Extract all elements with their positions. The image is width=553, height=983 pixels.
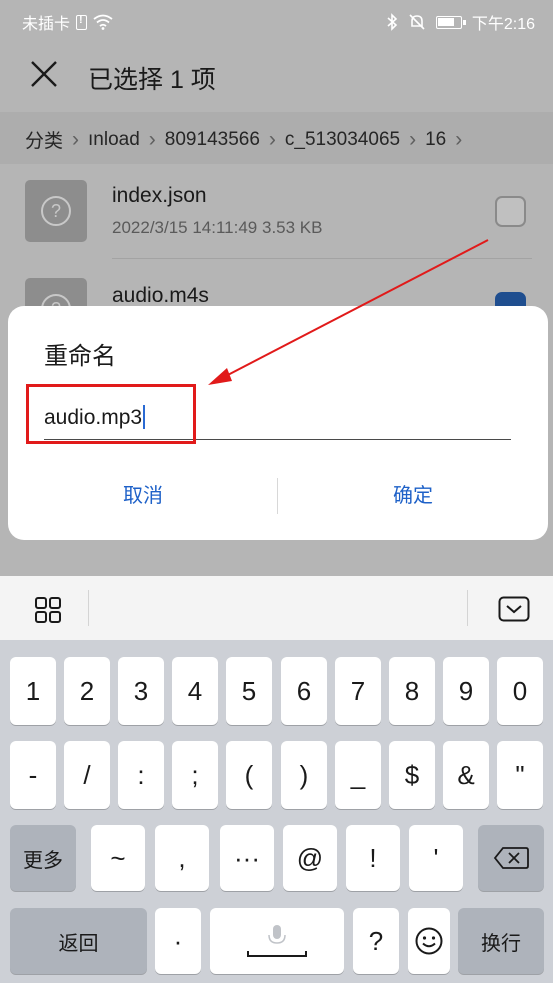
emoji-key[interactable] — [408, 908, 450, 974]
microphone-space-icon — [247, 925, 307, 957]
key-open-paren[interactable]: ( — [226, 741, 272, 809]
breadcrumb: 分类 › ınload › 809143566 › c_513034065 › … — [0, 112, 553, 164]
key-hyphen[interactable]: - — [10, 741, 56, 809]
list-item[interactable]: ? index.json 2022/3/15 14:11:49 3.53 KB — [0, 164, 553, 259]
breadcrumb-item[interactable]: c_513034065 — [285, 129, 400, 151]
back-key[interactable]: 返回 — [10, 908, 147, 974]
backspace-key[interactable] — [478, 825, 544, 891]
enter-key[interactable]: 换行 — [458, 908, 544, 974]
chevron-right-icon: › — [148, 127, 156, 151]
key-4[interactable]: 4 — [172, 657, 218, 725]
file-checkbox[interactable] — [495, 196, 526, 227]
chevron-right-icon: › — [455, 127, 463, 151]
selection-title-bar: 已选择 1 项 — [0, 40, 553, 112]
close-icon[interactable] — [28, 58, 60, 90]
key-0[interactable]: 0 — [497, 657, 543, 725]
bluetooth-icon — [387, 13, 398, 31]
chevron-right-icon: › — [409, 127, 417, 151]
mute-bell-icon — [409, 14, 425, 30]
unknown-file-icon: ? — [41, 196, 71, 226]
file-name: index.json — [112, 184, 207, 207]
clock: 下午2:16 — [471, 16, 535, 33]
key-underscore[interactable]: _ — [335, 741, 381, 809]
file-thumbnail: ? — [25, 180, 87, 242]
key-ellipsis[interactable]: ··· — [220, 825, 274, 891]
sim-warning-icon — [76, 14, 88, 30]
carrier-label: 未插卡 — [22, 16, 71, 33]
key-semicolon[interactable]: ; — [172, 741, 218, 809]
page-title: 已选择 1 项 — [88, 66, 216, 94]
grid-menu-icon[interactable] — [34, 596, 62, 624]
space-key[interactable] — [210, 908, 344, 974]
key-7[interactable]: 7 — [335, 657, 381, 725]
key-2[interactable]: 2 — [64, 657, 110, 725]
battery-icon — [435, 15, 466, 29]
keyboard-collapse-icon[interactable] — [498, 596, 530, 622]
wifi-icon — [93, 14, 113, 30]
key-9[interactable]: 9 — [443, 657, 489, 725]
cancel-button[interactable]: 取消 — [8, 476, 278, 516]
chevron-right-icon: › — [268, 127, 276, 151]
key-tilde[interactable]: ~ — [91, 825, 145, 891]
key-close-paren[interactable]: ) — [281, 741, 327, 809]
numeric-symbol-keyboard: 1 2 3 4 5 6 7 8 9 0 - / : ; ( ) _ $ & " … — [0, 640, 553, 983]
key-3[interactable]: 3 — [118, 657, 164, 725]
breadcrumb-item[interactable]: 16 — [425, 129, 446, 151]
key-question[interactable]: ? — [353, 908, 399, 974]
breadcrumb-item[interactable]: 分类 — [25, 126, 63, 153]
chevron-right-icon: › — [72, 127, 80, 151]
key-double-quote[interactable]: " — [497, 741, 543, 809]
key-at[interactable]: @ — [283, 825, 337, 891]
key-1[interactable]: 1 — [10, 657, 56, 725]
key-slash[interactable]: / — [64, 741, 110, 809]
key-dollar[interactable]: $ — [389, 741, 435, 809]
divider — [88, 590, 89, 626]
key-exclamation[interactable]: ! — [346, 825, 400, 891]
annotation-highlight-box — [26, 384, 196, 444]
key-middle-dot[interactable]: · — [155, 908, 201, 974]
key-5[interactable]: 5 — [226, 657, 272, 725]
file-meta: 2022/3/15 14:11:49 3.53 KB — [112, 218, 323, 237]
keyboard-toolbar — [0, 576, 553, 640]
file-name: audio.m4s — [112, 284, 209, 307]
key-colon[interactable]: : — [118, 741, 164, 809]
dialog-title: 重命名 — [44, 343, 116, 370]
breadcrumb-item[interactable]: 809143566 — [165, 129, 260, 151]
key-8[interactable]: 8 — [389, 657, 435, 725]
divider — [467, 590, 468, 626]
file-list: ? index.json 2022/3/15 14:11:49 3.53 KB … — [0, 164, 553, 340]
more-symbols-key[interactable]: 更多 — [10, 825, 76, 891]
key-ampersand[interactable]: & — [443, 741, 489, 809]
backspace-icon — [493, 847, 529, 869]
divider — [112, 258, 532, 259]
status-bar: 未插卡 下午2:16 — [0, 0, 553, 40]
key-apostrophe[interactable]: ' — [409, 825, 463, 891]
confirm-button[interactable]: 确定 — [278, 476, 548, 516]
key-comma[interactable]: , — [155, 825, 209, 891]
breadcrumb-item[interactable]: ınload — [88, 129, 140, 151]
key-6[interactable]: 6 — [281, 657, 327, 725]
smiley-icon — [415, 927, 443, 955]
